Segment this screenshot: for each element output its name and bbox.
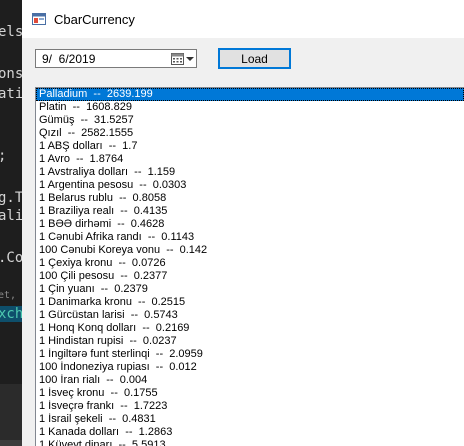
code-line: .Co [0, 250, 24, 266]
code-line: xch [0, 306, 24, 322]
list-item[interactable]: 1 Çexiya kronu -- 0.0726 [36, 257, 464, 270]
chevron-down-icon[interactable] [186, 57, 194, 61]
window-title: CbarCurrency [54, 12, 135, 27]
code-line: ; [0, 148, 6, 164]
client-area: 9/ 6/2019 Load Palladium -- 2639.199 Plat… [22, 38, 464, 446]
list-item[interactable]: 1 Danimarka kronu -- 0.2515 [36, 296, 464, 309]
title-bar: CbarCurrency [22, 0, 464, 38]
code-line: g.T [0, 190, 24, 206]
list-item[interactable]: Palladium -- 2639.199 [36, 88, 464, 101]
list-item[interactable]: Qızıl -- 2582.1555 [36, 127, 464, 140]
list-item[interactable]: 1 İngiltərə funt sterlinqi -- 2.0959 [36, 348, 464, 361]
app-window: CbarCurrency 9/ 6/2019 Load Palladium --… [22, 0, 464, 446]
list-item[interactable]: 100 Çili pesosu -- 0.2377 [36, 270, 464, 283]
load-button[interactable]: Load [218, 48, 291, 69]
list-item[interactable]: 1 BƏƏ dirhəmi -- 0.4628 [36, 218, 464, 231]
code-line: ons [0, 66, 24, 82]
list-item[interactable]: 1 Avstraliya dolları -- 1.159 [36, 166, 464, 179]
list-item[interactable]: 100 İndoneziya rupiası -- 0.012 [36, 361, 464, 374]
list-item[interactable]: 1 İsveçrə frankı -- 1.7223 [36, 400, 464, 413]
list-item[interactable]: 100 İran rialı -- 0.004 [36, 374, 464, 387]
list-item[interactable]: 1 Belarus rublu -- 0.8058 [36, 192, 464, 205]
date-picker[interactable]: 9/ 6/2019 [35, 49, 197, 68]
list-item[interactable]: 1 İsrail şekeli -- 0.4831 [36, 413, 464, 426]
list-item[interactable]: 1 İsveç kronu -- 0.1755 [36, 387, 464, 400]
list-item[interactable]: 1 Küveyt dinarı -- 5.5913 [36, 439, 464, 446]
currency-listbox[interactable]: Palladium -- 2639.199 Platin -- 1608.829 G… [35, 87, 464, 446]
list-item[interactable]: Gümüş -- 31.5257 [36, 114, 464, 127]
list-item[interactable]: 1 Hindistan rupisi -- 0.0237 [36, 335, 464, 348]
list-item[interactable]: 1 ABŞ dolları -- 1.7 [36, 140, 464, 153]
app-icon [32, 13, 46, 25]
list-item[interactable]: 1 Gürcüstan larisi -- 0.5743 [36, 309, 464, 322]
code-line: els [0, 24, 24, 40]
list-item[interactable]: 1 Braziliya realı -- 0.4135 [36, 205, 464, 218]
list-item[interactable]: 1 Cənubi Afrika randı -- 0.1143 [36, 231, 464, 244]
code-line: ali [0, 208, 24, 224]
list-item[interactable]: 1 Çin yuanı -- 0.2379 [36, 283, 464, 296]
list-item[interactable]: 1 Honq Konq dolları -- 0.2169 [36, 322, 464, 335]
list-item[interactable]: 1 Argentina pesosu -- 0.0303 [36, 179, 464, 192]
list-item[interactable]: 100 Cənubi Koreya vonu -- 0.142 [36, 244, 464, 257]
date-value[interactable]: 9/ 6/2019 [42, 52, 95, 66]
calendar-icon[interactable] [171, 52, 184, 65]
code-line: ati [0, 86, 24, 102]
list-item[interactable]: 1 Avro -- 1.8764 [36, 153, 464, 166]
list-item[interactable]: 1 Kanada dolları -- 1.2863 [36, 426, 464, 439]
list-item[interactable]: Platin -- 1608.829 [36, 101, 464, 114]
